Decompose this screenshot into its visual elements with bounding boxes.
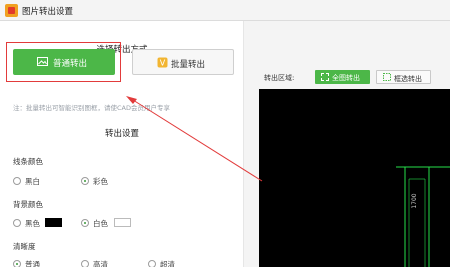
bg-color-white-text: 白色 (93, 219, 108, 228)
export-area-label: 转出区域: (264, 74, 295, 82)
line-color-color-radio[interactable] (81, 177, 89, 185)
dimension-text: 1700 (411, 193, 418, 208)
bg-color-white-radio[interactable] (81, 219, 89, 227)
line-color-bw-radio[interactable] (13, 177, 21, 185)
batch-export-label: 批量转出 (171, 60, 206, 70)
clarity-uhd-radio[interactable] (148, 260, 156, 267)
expand-icon (321, 73, 329, 81)
select-box-icon (383, 73, 391, 81)
full-export-label: 全图转出 (332, 74, 360, 82)
line-color-label: 线条颜色 (13, 157, 43, 166)
black-swatch (45, 218, 62, 227)
batch-note: 注：批量转出可智能识别图框，请使CAD会员用户专享 (13, 104, 170, 112)
bg-color-black-radio[interactable] (13, 219, 21, 227)
white-swatch (114, 218, 131, 227)
cad-drawing: 1700 (396, 166, 450, 267)
image-icon (37, 57, 48, 66)
clarity-label: 清晰度 (13, 242, 36, 251)
app-icon (5, 4, 18, 17)
clarity-normal-radio[interactable] (13, 260, 21, 267)
vip-icon: V (157, 57, 168, 68)
cad-preview-canvas[interactable]: 1700 (259, 89, 450, 267)
bg-color-black-text: 黑色 (25, 219, 40, 228)
line-color-color-text: 彩色 (93, 177, 108, 186)
clarity-normal-text: 普通 (25, 260, 40, 267)
bg-color-label: 背景颜色 (13, 200, 43, 209)
normal-export-label: 普通转出 (53, 59, 88, 69)
settings-section-title: 转出设置 (104, 129, 139, 139)
box-export-label: 框选转出 (394, 75, 422, 83)
batch-export-button[interactable]: V 批量转出 (132, 49, 234, 75)
clarity-hd-text: 高清 (93, 260, 108, 267)
box-export-button[interactable]: 框选转出 (376, 70, 431, 84)
clarity-uhd-text: 超清 (160, 260, 175, 267)
svg-text:V: V (160, 59, 166, 68)
normal-export-button[interactable]: 普通转出 (13, 49, 115, 75)
full-export-button[interactable]: 全图转出 (315, 70, 370, 84)
title-bar: 图片转出设置 (0, 0, 450, 21)
clarity-hd-radio[interactable] (81, 260, 89, 267)
line-color-bw-text: 黑白 (25, 177, 40, 186)
window-title: 图片转出设置 (22, 7, 74, 17)
